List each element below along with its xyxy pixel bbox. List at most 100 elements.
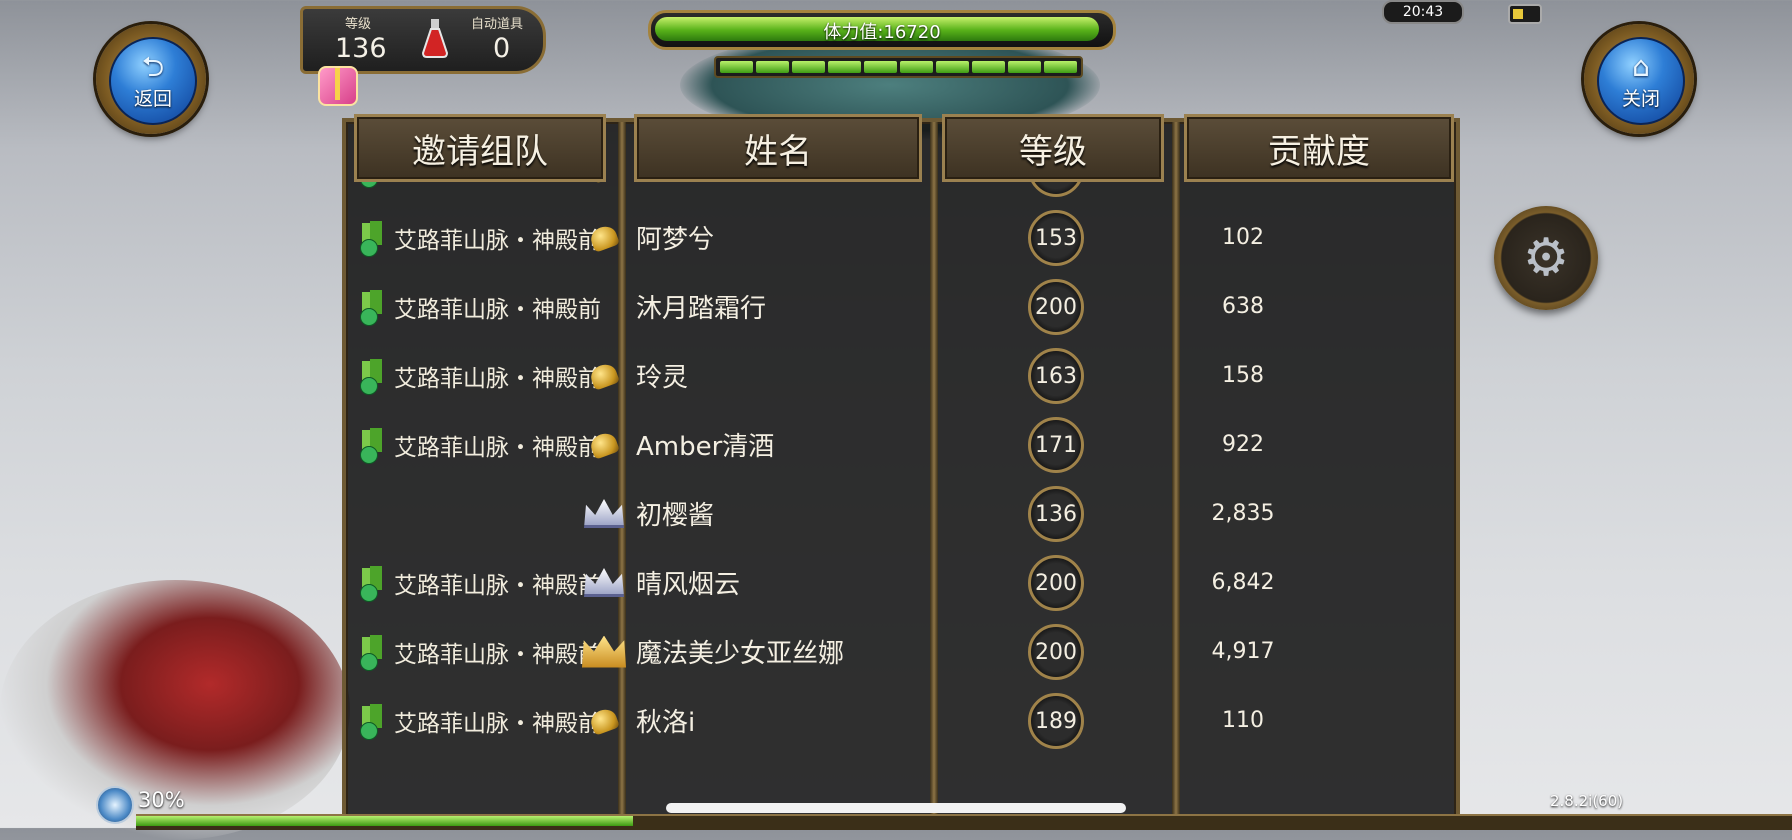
- stamina-pip: [756, 61, 789, 73]
- header-name[interactable]: 姓名: [634, 114, 922, 182]
- stamina-pip: [720, 61, 753, 73]
- member-row[interactable]: 艾路菲山脉・神殿前 Amber清酒 171 922: [346, 410, 1456, 479]
- location-text: 艾路菲山脉・神殿前: [394, 434, 601, 461]
- battery-icon: [1508, 4, 1542, 24]
- member-row[interactable]: 初樱酱 136 2,835: [346, 479, 1456, 548]
- version-label: 2.8.2i(60): [1550, 792, 1624, 810]
- member-name: Amber清酒: [636, 432, 775, 462]
- contribution-value: 2,835: [1211, 501, 1275, 526]
- member-row[interactable]: 艾路菲山脉・神殿前 魔法美少女亚丝娜 200 4,917: [346, 617, 1456, 686]
- member-row[interactable]: 艾路菲山脉・神殿前 沐月踏霜行 200 638: [346, 272, 1456, 341]
- invite-team-icon: [360, 289, 386, 326]
- member-row[interactable]: 艾路菲山脉・神殿前 晴风烟云 200 6,842: [346, 548, 1456, 617]
- contribution-value: 638: [1222, 294, 1264, 319]
- stamina-pip: [972, 61, 1005, 73]
- name-cell[interactable]: 初樱酱: [584, 479, 714, 548]
- back-button[interactable]: ⮌ 返回: [82, 10, 222, 150]
- member-name: 晴风烟云: [636, 570, 741, 600]
- bell-icon: [582, 182, 626, 187]
- contribution-value: 158: [1222, 363, 1264, 388]
- name-cell[interactable]: 云无歌: [588, 182, 714, 203]
- member-name: 玲灵: [636, 363, 689, 393]
- location-cell[interactable]: 艾路菲山脉・神殿前: [360, 410, 601, 479]
- location-cell[interactable]: 艾路菲山脉・神殿前: [360, 182, 601, 203]
- level-badge: 175: [1028, 182, 1084, 197]
- clock: 20:43: [1382, 0, 1464, 24]
- level-value: 136: [335, 33, 387, 64]
- bell-icon: [582, 358, 626, 394]
- member-name: 魔法美少女亚丝娜: [636, 639, 845, 669]
- member-row[interactable]: 艾路菲山脉・神殿前 玲灵 163 158: [346, 341, 1456, 410]
- location-text: 艾路菲山脉・神殿前: [394, 710, 601, 737]
- member-name: 阿梦兮: [636, 225, 715, 255]
- name-cell[interactable]: 秋洛i: [588, 686, 695, 755]
- location-cell[interactable]: 艾路菲山脉・神殿前: [360, 203, 601, 272]
- location-cell[interactable]: 艾路菲山脉・神殿前: [360, 548, 601, 617]
- location-text: 艾路菲山脉・神殿前: [394, 572, 601, 599]
- header-invite-team[interactable]: 邀请组队: [354, 114, 606, 182]
- location-cell[interactable]: 艾路菲山脉・神殿前: [360, 617, 601, 686]
- level-badge: 200: [1028, 624, 1084, 680]
- location-text: 艾路菲山脉・神殿前: [394, 182, 601, 186]
- player-stats-panel: 等级 136 自动道具 0: [300, 6, 546, 74]
- header-contribution[interactable]: 贡献度: [1184, 114, 1454, 182]
- gears-icon: ⚙: [1522, 228, 1570, 288]
- location-cell[interactable]: 艾路菲山脉・神殿前: [360, 686, 601, 755]
- contribution-value: 6,842: [1211, 570, 1275, 595]
- bell-icon: [582, 427, 626, 463]
- silver-crown-icon: [582, 496, 626, 532]
- settings-button[interactable]: ⚙: [1494, 206, 1598, 310]
- name-cell[interactable]: 魔法美少女亚丝娜: [582, 617, 845, 686]
- member-list[interactable]: 艾路菲山脉・神殿前 云无歌175300 艾路菲山脉・神殿前 阿梦兮153102 …: [346, 182, 1456, 822]
- back-button-core: ⮌ 返回: [109, 37, 197, 125]
- exp-percent: 30%: [138, 788, 185, 812]
- stamina-pip: [828, 61, 861, 73]
- invite-team-icon: [360, 358, 386, 395]
- back-button-label: 返回: [133, 87, 172, 110]
- bell-icon: [582, 703, 626, 739]
- location-text: 艾路菲山脉・神殿前: [394, 296, 601, 323]
- stamina-pip: [1044, 61, 1077, 73]
- invite-team-icon: [360, 703, 386, 740]
- name-cell[interactable]: 玲灵: [588, 341, 689, 410]
- invite-team-icon: [360, 182, 386, 188]
- close-button[interactable]: ⌂ 关闭: [1570, 10, 1710, 150]
- contribution-value: 922: [1222, 432, 1264, 457]
- member-row[interactable]: 艾路菲山脉・神殿前 秋洛i 189 110: [346, 686, 1456, 755]
- guild-member-panel: 邀请组队 姓名 等级 贡献度 艾路菲山脉・神殿前 云无歌 175 300 艾路菲山脉…: [342, 114, 1460, 826]
- stamina-pip: [864, 61, 897, 73]
- location-text: 艾路菲山脉・神殿前: [394, 227, 601, 254]
- contribution-value: 102: [1222, 225, 1264, 250]
- invite-team-icon: [360, 634, 386, 671]
- name-cell[interactable]: 晴风烟云: [584, 548, 741, 617]
- stamina-pips: [714, 56, 1083, 78]
- level-badge: 189: [1028, 693, 1084, 749]
- gold-crown-icon: [582, 634, 626, 670]
- header-level[interactable]: 等级: [942, 114, 1164, 182]
- close-button-label: 关闭: [1621, 87, 1660, 110]
- level-badge: 200: [1028, 555, 1084, 611]
- member-row[interactable]: 艾路菲山脉・神殿前 云无歌 175 300: [346, 182, 1456, 203]
- contribution-value: 110: [1222, 708, 1264, 733]
- invite-team-icon: [360, 565, 386, 602]
- invite-team-icon: [360, 220, 386, 257]
- member-name: 云无歌: [636, 182, 714, 187]
- location-cell[interactable]: 艾路菲山脉・神殿前: [360, 341, 601, 410]
- stamina-bar: 体力值:16720: [648, 10, 1116, 50]
- stamina-text: 体力值:16720: [823, 22, 941, 43]
- name-cell[interactable]: 阿梦兮: [588, 203, 715, 272]
- stamina-pip: [1008, 61, 1041, 73]
- location-text: 艾路菲山脉・神殿前: [394, 365, 601, 392]
- gift-icon[interactable]: [318, 66, 358, 106]
- level-badge: 136: [1028, 486, 1084, 542]
- bell-icon: [582, 220, 626, 256]
- level-badge: 200: [1028, 279, 1084, 335]
- location-cell[interactable]: 艾路菲山脉・神殿前: [360, 272, 601, 341]
- name-cell[interactable]: 沐月踏霜行: [636, 272, 766, 341]
- home-indicator[interactable]: [666, 803, 1126, 813]
- member-row[interactable]: 艾路菲山脉・神殿前 阿梦兮 153 102: [346, 203, 1456, 272]
- level-badge: 153: [1028, 210, 1084, 266]
- potion-icon[interactable]: [421, 17, 449, 59]
- name-cell[interactable]: Amber清酒: [588, 410, 775, 479]
- level-badge: 163: [1028, 348, 1084, 404]
